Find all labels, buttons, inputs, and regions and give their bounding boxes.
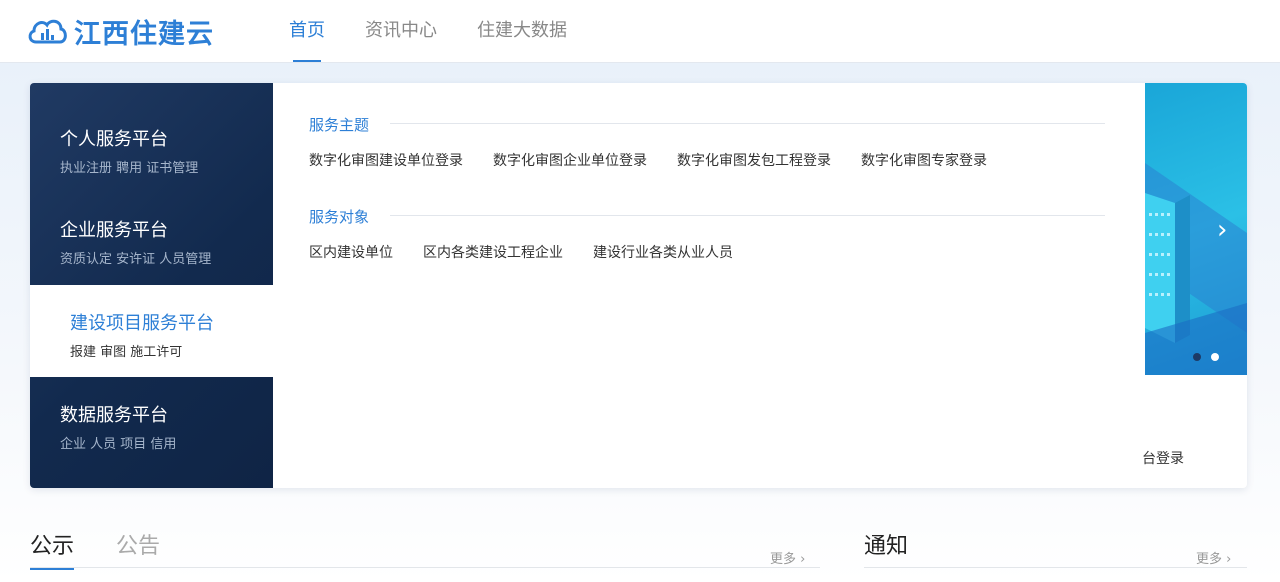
announcement-tabs: 公示 公告	[30, 528, 202, 570]
platform-enterprise[interactable]: 企业服务平台 资质认定 安许证 人员管理	[30, 174, 273, 267]
platform-title: 数据服务平台	[60, 405, 168, 426]
link-theme-4[interactable]: 数字化审图专家登录	[861, 150, 987, 170]
target-links: 区内建设单位 区内各类建设工程企业 建设行业各类从业人员	[309, 242, 763, 262]
link-target-1[interactable]: 区内建设单位	[309, 242, 393, 262]
carousel-dot-1[interactable]	[1193, 353, 1201, 361]
link-target-3[interactable]: 建设行业各类从业人员	[593, 242, 733, 262]
platform-subtitle: 报建 审图 施工许可	[70, 345, 183, 360]
chevron-right-icon[interactable]: ›	[1217, 215, 1227, 245]
tab-announcement[interactable]: 公告	[116, 528, 160, 568]
banner-carousel[interactable]: ›	[1145, 83, 1247, 375]
platform-construction-project[interactable]: 建设项目服务平台 报建 审图 施工许可	[30, 285, 273, 377]
divider	[390, 215, 1105, 216]
platform-subtitle: 企业 人员 项目 信用	[60, 437, 177, 452]
theme-links: 数字化审图建设单位登录 数字化审图企业单位登录 数字化审图发包工程登录 数字化审…	[309, 150, 1017, 170]
section-title-themes: 服务主题	[309, 116, 370, 134]
link-theme-1[interactable]: 数字化审图建设单位登录	[309, 150, 463, 170]
platform-personal[interactable]: 个人服务平台 执业注册 聘用 证书管理	[30, 83, 273, 176]
logo-text: 江西住建云	[74, 18, 214, 50]
building-illustration	[1145, 163, 1247, 375]
partial-link[interactable]: 台登录	[1142, 448, 1184, 468]
divider	[30, 567, 820, 568]
section-title-targets: 服务对象	[309, 208, 370, 226]
more-link[interactable]: 更多 ›	[770, 548, 805, 567]
site-header: 江西住建云 首页 资讯中心 住建大数据	[0, 0, 1280, 63]
platform-title: 建设项目服务平台	[70, 313, 214, 334]
divider	[864, 567, 1247, 568]
service-panel: 个人服务平台 执业注册 聘用 证书管理 企业服务平台 资质认定 安许证 人员管理…	[30, 83, 1247, 488]
notice-more-link[interactable]: 更多 ›	[1196, 548, 1231, 567]
divider	[390, 123, 1105, 124]
platform-title: 企业服务平台	[60, 220, 168, 241]
link-theme-3[interactable]: 数字化审图发包工程登录	[677, 150, 831, 170]
cloud-chart-icon	[28, 19, 67, 44]
platform-data[interactable]: 数据服务平台 企业 人员 项目 信用	[30, 377, 273, 468]
platform-title: 个人服务平台	[60, 129, 168, 150]
nav-home[interactable]: 首页	[289, 0, 325, 62]
logo[interactable]: 江西住建云	[26, 12, 214, 50]
platform-menu: 个人服务平台 执业注册 聘用 证书管理 企业服务平台 资质认定 安许证 人员管理…	[30, 83, 273, 488]
link-theme-2[interactable]: 数字化审图企业单位登录	[493, 150, 647, 170]
nav-big-data[interactable]: 住建大数据	[477, 0, 567, 62]
tab-publicity[interactable]: 公示	[30, 528, 75, 570]
nav-news[interactable]: 资讯中心	[365, 0, 437, 62]
platform-subtitle: 资质认定 安许证 人员管理	[60, 252, 212, 267]
notice-title: 通知	[864, 534, 909, 559]
link-target-2[interactable]: 区内各类建设工程企业	[423, 242, 563, 262]
main-nav: 首页 资讯中心 住建大数据	[289, 0, 607, 62]
carousel-dot-2[interactable]	[1211, 353, 1219, 361]
dropdown-content: 服务主题 数字化审图建设单位登录 数字化审图企业单位登录 数字化审图发包工程登录…	[273, 83, 1145, 488]
